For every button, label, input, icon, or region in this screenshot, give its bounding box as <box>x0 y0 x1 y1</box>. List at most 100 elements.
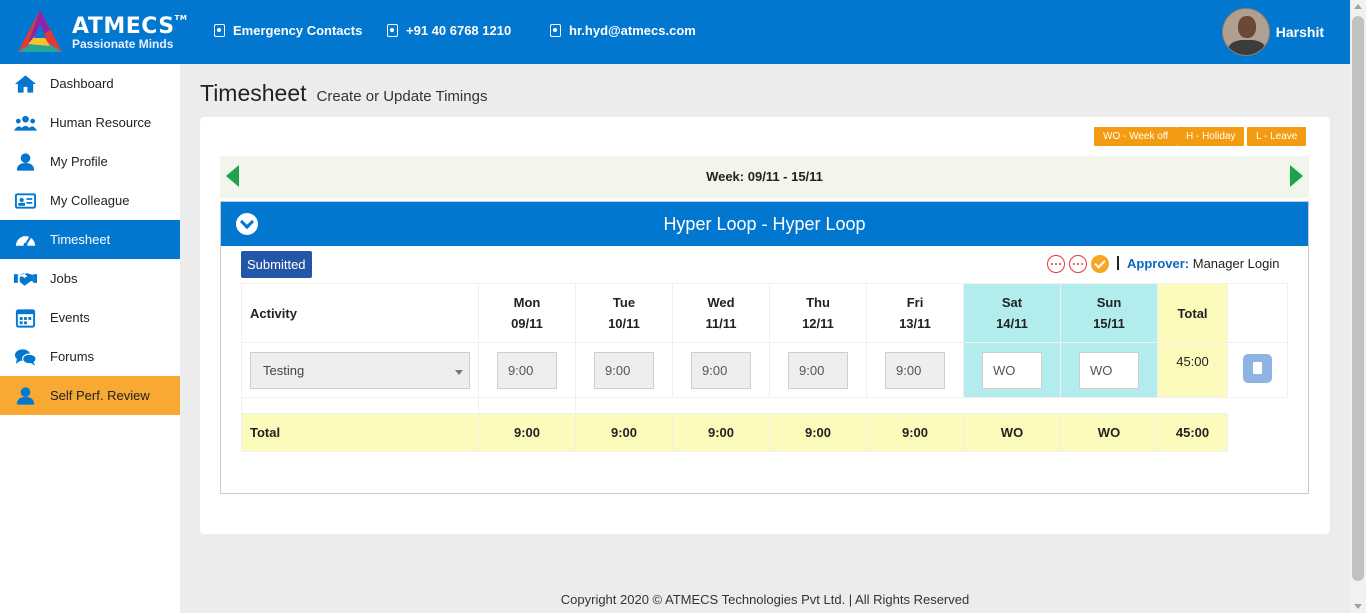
contact-phone[interactable]: +91 40 6768 1210 <box>387 23 511 38</box>
timesheet-table: Activity Mon 09/11 Tue 10/11 Wed 11/11 Thu 1… <box>241 283 1288 452</box>
day-name: Sat <box>1001 295 1023 310</box>
scroll-up-arrow-icon[interactable] <box>1354 4 1362 9</box>
sidebar-item-label: Timesheet <box>50 232 111 247</box>
sidebar-item-label: Events <box>50 310 90 325</box>
sidebar-item-label: Forums <box>50 349 95 364</box>
calendar-icon <box>14 308 50 328</box>
hours-input-wed[interactable]: 9:00 <box>691 351 751 389</box>
sidebar-item-human-resource[interactable]: Human Resource <box>0 103 180 142</box>
brand-logo[interactable]: ATMECSTM Passionate Minds <box>14 8 188 58</box>
contact-label: hr.hyd@atmecs.com <box>569 23 696 38</box>
day-total-thu: 9:00 <box>769 413 867 452</box>
timesheet-card: WO - Week off H - Holiday L - Leave Week… <box>200 117 1330 534</box>
approval-status-icons <box>1047 255 1109 273</box>
pending-status-icon <box>1047 255 1065 273</box>
avatar[interactable] <box>1221 8 1270 56</box>
hours-cell: 9:00 <box>478 342 576 398</box>
hours-cell: 9:00 <box>769 342 867 398</box>
day-name: Wed <box>707 295 735 310</box>
page-subtitle: Create or Update Timings <box>316 88 488 105</box>
sidebar-item-forums[interactable]: Forums <box>0 337 180 376</box>
day-total-sun: WO <box>1060 413 1158 452</box>
legend-leave: L - Leave <box>1247 127 1307 146</box>
contact-card-icon <box>214 24 225 37</box>
hours-input-sat[interactable]: WO <box>982 351 1042 389</box>
hours-input-mon[interactable]: 9:00 <box>497 351 557 389</box>
trademark-mark: TM <box>174 14 188 22</box>
total-header: Total <box>1157 283 1228 343</box>
contact-card-icon <box>387 24 398 37</box>
day-name: Fri <box>906 295 924 310</box>
document-icon[interactable] <box>1243 354 1272 383</box>
legend-week-off: WO - Week off <box>1094 127 1178 146</box>
sidebar-item-label: Human Resource <box>50 115 152 130</box>
next-week-arrow-icon[interactable] <box>1290 165 1303 187</box>
hours-cell: 9:00 <box>575 342 673 398</box>
hours-input-sun[interactable]: WO <box>1079 351 1139 389</box>
total-row: Total 9:00 9:00 9:00 9:00 9:00 WO WO 45:… <box>241 413 1288 452</box>
logo-mark-icon <box>18 10 62 52</box>
sidebar-item-label: Jobs <box>50 271 78 286</box>
grand-total: 45:00 <box>1157 413 1228 452</box>
sidebar-item-dashboard[interactable]: Dashboard <box>0 64 180 103</box>
user-menu[interactable]: Harshit <box>1221 8 1324 56</box>
activity-cell: Testing <box>241 342 479 398</box>
sidebar-item-jobs[interactable]: Jobs <box>0 259 180 298</box>
sidebar-item-label: Dashboard <box>50 76 114 91</box>
day-date: 10/11 <box>608 316 640 331</box>
day-total-mon: 9:00 <box>478 413 576 452</box>
sidebar-item-events[interactable]: Events <box>0 298 180 337</box>
gauge-icon <box>14 230 50 250</box>
brand-name: ATMECSTM <box>72 14 188 39</box>
week-label: Week: 09/11 - 15/11 <box>706 169 823 184</box>
table-row: Testing 9:00 9:00 9:00 9:00 9:00 WO WO 4… <box>241 342 1288 398</box>
user-icon <box>14 386 50 406</box>
contact-label: Emergency Contacts <box>233 23 363 38</box>
sidebar-item-label: My Colleague <box>50 193 130 208</box>
brand-tagline: Passionate Minds <box>72 37 174 51</box>
contact-email[interactable]: hr.hyd@atmecs.com <box>550 23 696 38</box>
hours-input-fri[interactable]: 9:00 <box>885 351 945 389</box>
day-header-thu: Thu 12/11 <box>769 283 867 343</box>
divider <box>1117 256 1119 270</box>
approver-name: Manager Login <box>1192 256 1280 271</box>
hours-cell: WO <box>1060 342 1158 398</box>
day-header-tue: Tue 10/11 <box>575 283 673 343</box>
vertical-scrollbar[interactable] <box>1350 0 1366 613</box>
project-header[interactable]: Hyper Loop - Hyper Loop <box>221 202 1308 246</box>
scroll-thumb[interactable] <box>1352 16 1364 581</box>
approver-label: Approver: <box>1127 256 1190 271</box>
week-navigator: Week: 09/11 - 15/11 <box>220 156 1309 198</box>
activity-select[interactable]: Testing <box>250 351 470 389</box>
sidebar-item-my-profile[interactable]: My Profile <box>0 142 180 181</box>
project-panel: Hyper Loop - Hyper Loop Submitted Approv… <box>220 201 1309 494</box>
sidebar-item-label: My Profile <box>50 154 108 169</box>
row-total: 45:00 <box>1157 342 1228 398</box>
day-date: 11/11 <box>705 316 737 331</box>
hours-cell: WO <box>963 342 1061 398</box>
sidebar: Dashboard Human Resource My Profile My C… <box>0 64 180 613</box>
home-icon <box>14 74 50 94</box>
approved-check-icon <box>1091 255 1109 273</box>
sidebar-item-timesheet[interactable]: Timesheet <box>0 220 180 259</box>
day-name: Tue <box>612 295 636 310</box>
activity-header: Activity <box>241 283 479 343</box>
id-card-icon <box>14 191 50 211</box>
status-badge: Submitted <box>241 251 312 278</box>
hours-input-tue[interactable]: 9:00 <box>594 351 654 389</box>
contact-emergency[interactable]: Emergency Contacts <box>214 23 362 38</box>
user-icon <box>14 152 50 172</box>
day-header-wed: Wed 11/11 <box>672 283 770 343</box>
hours-input-thu[interactable]: 9:00 <box>788 351 848 389</box>
sidebar-item-my-colleague[interactable]: My Colleague <box>0 181 180 220</box>
table-header-row: Activity Mon 09/11 Tue 10/11 Wed 11/11 Thu 1… <box>241 283 1288 343</box>
day-total-sat: WO <box>963 413 1061 452</box>
day-name: Mon <box>513 295 541 310</box>
day-name: Sun <box>1096 295 1122 310</box>
day-header-fri: Fri 13/11 <box>866 283 964 343</box>
sidebar-item-self-perf-review[interactable]: Self Perf. Review <box>0 376 180 415</box>
day-header-mon: Mon 09/11 <box>478 283 576 343</box>
action-cell <box>1227 342 1288 398</box>
scroll-down-arrow-icon[interactable] <box>1354 604 1362 609</box>
sidebar-item-label: Self Perf. Review <box>50 388 150 403</box>
